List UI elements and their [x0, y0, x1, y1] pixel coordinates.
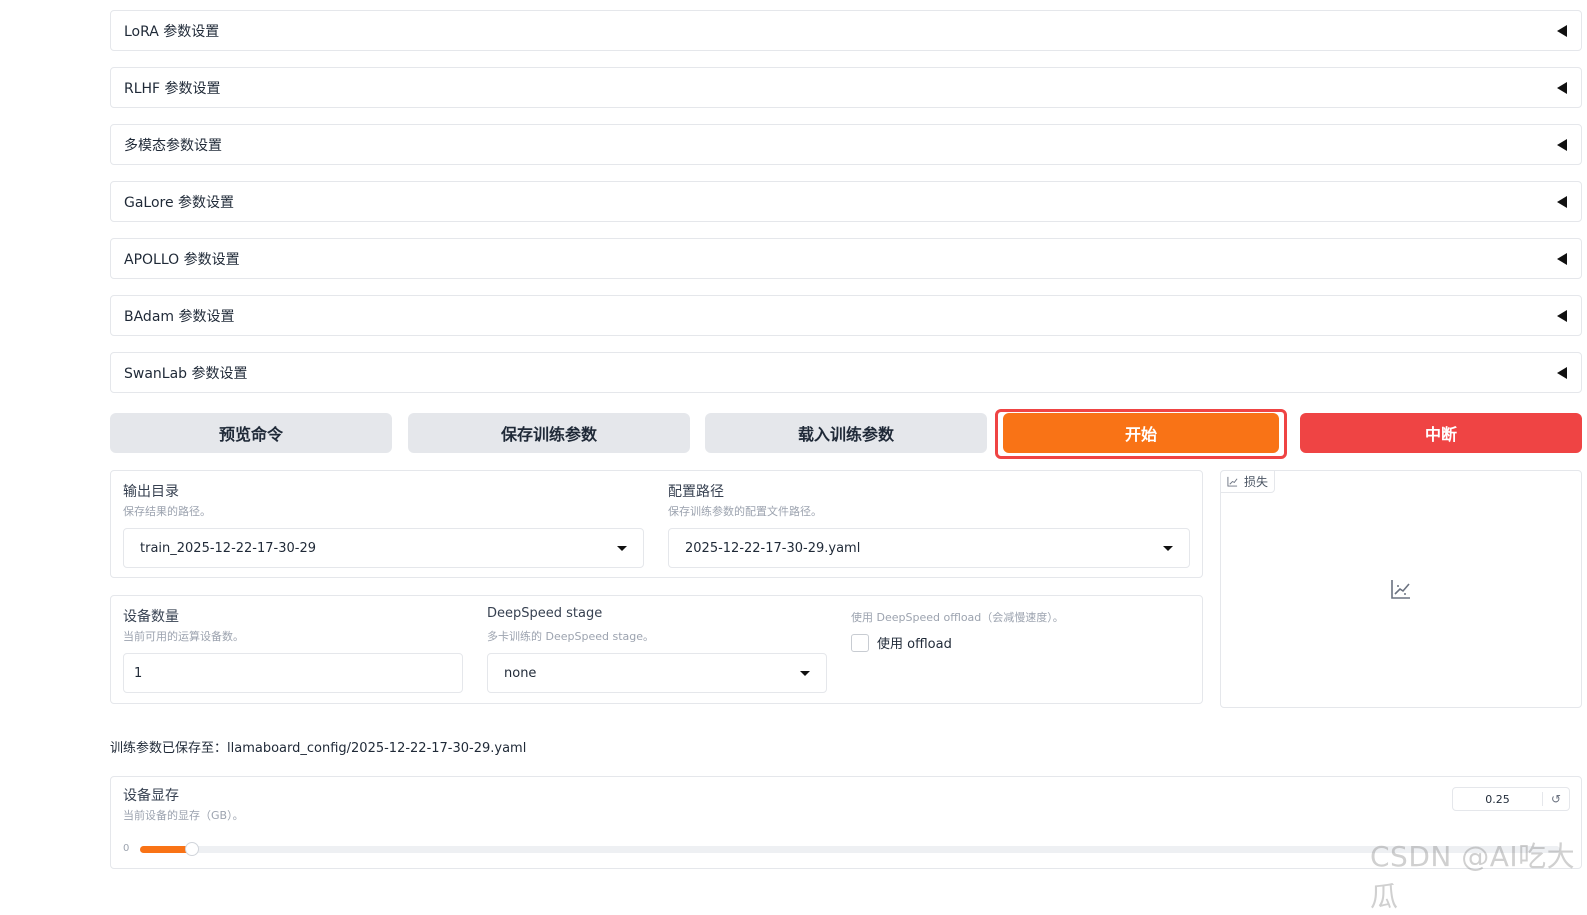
accordion-title: RLHF 参数设置: [124, 80, 221, 97]
chevron-down-icon: [1163, 545, 1173, 551]
accordion-apollo[interactable]: APOLLO 参数设置: [110, 238, 1582, 279]
collapse-triangle-icon: [1557, 252, 1567, 265]
chevron-down-icon: [617, 545, 627, 551]
collapse-triangle-icon: [1557, 81, 1567, 94]
abort-button[interactable]: 中断: [1300, 413, 1582, 453]
start-button[interactable]: 开始: [1003, 413, 1279, 453]
slider-min-label: 0: [123, 843, 130, 854]
accordion-title: GaLore 参数设置: [124, 194, 235, 211]
loss-plot-tag: 损失: [1220, 470, 1276, 493]
device-count-info: 当前可用的运算设备数。: [123, 630, 244, 643]
collapse-triangle-icon: [1557, 309, 1567, 322]
config-path-label: 配置路径: [668, 484, 724, 500]
device-memory-slider-thumb[interactable]: [184, 842, 199, 856]
device-memory-slider-track[interactable]: [140, 842, 1560, 856]
device-count-value: 1: [134, 665, 143, 681]
accordion-title: APOLLO 参数设置: [124, 251, 240, 268]
ds-stage-value: none: [504, 665, 537, 681]
offload-checkbox-label: 使用 offload: [877, 637, 952, 652]
watermark: CSDN @AI吃大瓜: [1370, 840, 1576, 913]
device-memory-value[interactable]: 0.25: [1453, 793, 1542, 806]
collapse-triangle-icon: [1557, 24, 1567, 37]
device-memory-info: 当前设备的显存（GB）。: [123, 809, 244, 822]
accordion-title: 多模态参数设置: [124, 137, 222, 154]
accordion-galore[interactable]: GaLore 参数设置: [110, 181, 1582, 222]
ds-stage-info: 多卡训练的 DeepSpeed stage。: [487, 630, 654, 643]
accordion-title: LoRA 参数设置: [124, 23, 220, 40]
device-count-input[interactable]: 1: [123, 653, 463, 693]
ds-offload-checkbox-row[interactable]: 使用 offload: [851, 633, 952, 652]
collapse-triangle-icon: [1557, 138, 1567, 151]
accordion-swanlab[interactable]: SwanLab 参数设置: [110, 352, 1582, 393]
ds-stage-dropdown[interactable]: none: [487, 653, 827, 693]
save-args-button[interactable]: 保存训练参数: [408, 413, 690, 453]
accordion-title: BAdam 参数设置: [124, 308, 235, 325]
device-memory-number-box: 0.25 ↺: [1452, 787, 1570, 811]
output-dir-value: train_2025-12-22-17-30-29: [140, 540, 317, 556]
loss-plot-label: 损失: [1244, 475, 1269, 489]
chevron-down-icon: [800, 670, 810, 676]
output-dir-label: 输出目录: [123, 484, 179, 500]
output-dir-dropdown[interactable]: train_2025-12-22-17-30-29: [123, 528, 644, 568]
preview-command-button[interactable]: 预览命令: [110, 413, 392, 453]
device-memory-slider-fill: [140, 846, 190, 853]
ds-offload-info: 使用 DeepSpeed offload（会减慢速度）。: [851, 611, 1064, 624]
status-message: 训练参数已保存至：llamaboard_config/2025-12-22-17…: [110, 741, 527, 756]
config-path-value: 2025-12-22-17-30-29.yaml: [685, 540, 861, 556]
accordion-badam[interactable]: BAdam 参数设置: [110, 295, 1582, 336]
accordion-multimodal[interactable]: 多模态参数设置: [110, 124, 1582, 165]
device-count-label: 设备数量: [123, 609, 179, 625]
reset-icon[interactable]: ↺: [1542, 792, 1569, 806]
chart-placeholder-icon: [1391, 580, 1410, 599]
ds-stage-label: DeepSpeed stage: [487, 606, 603, 621]
chart-icon: [1227, 476, 1238, 487]
collapse-triangle-icon: [1557, 195, 1567, 208]
collapse-triangle-icon: [1557, 366, 1567, 379]
accordion-rlhf[interactable]: RLHF 参数设置: [110, 67, 1582, 108]
offload-checkbox[interactable]: [851, 633, 869, 652]
config-path-dropdown[interactable]: 2025-12-22-17-30-29.yaml: [668, 528, 1190, 568]
output-dir-info: 保存结果的路径。: [123, 505, 211, 518]
accordion-lora[interactable]: LoRA 参数设置: [110, 10, 1582, 51]
accordion-title: SwanLab 参数设置: [124, 365, 248, 382]
config-path-info: 保存训练参数的配置文件路径。: [668, 505, 822, 518]
load-args-button[interactable]: 载入训练参数: [705, 413, 987, 453]
device-memory-panel: [110, 776, 1582, 869]
device-memory-label: 设备显存: [123, 788, 179, 804]
